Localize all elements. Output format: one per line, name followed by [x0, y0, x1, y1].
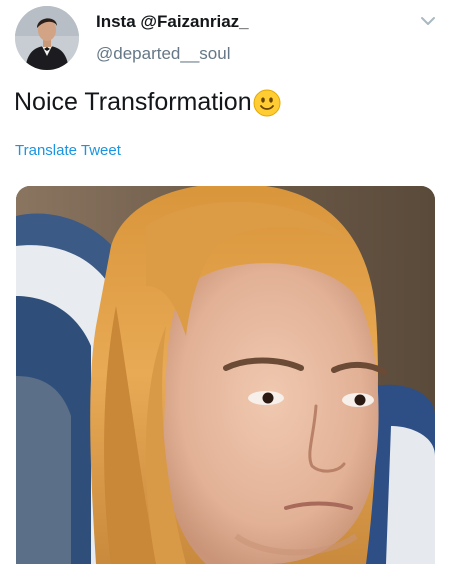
user-handle[interactable]: @departed__soul: [96, 44, 230, 64]
translate-tweet-link[interactable]: Translate Tweet: [15, 142, 121, 159]
avatar-photo: [15, 6, 79, 70]
portrait-photo: [16, 186, 435, 564]
tweet: Insta @Faizanriaz_ @departed__soul Noice…: [0, 0, 450, 564]
tweet-media-photo[interactable]: [16, 186, 435, 564]
tweet-text: Noice Transformation: [14, 88, 281, 117]
slightly-smiling-face-emoji-icon: [253, 89, 281, 117]
avatar[interactable]: [15, 6, 79, 70]
chevron-down-icon[interactable]: [420, 14, 436, 26]
display-name[interactable]: Insta @Faizanriaz_: [96, 12, 249, 32]
tweet-text-content: Noice Transformation: [14, 88, 252, 116]
